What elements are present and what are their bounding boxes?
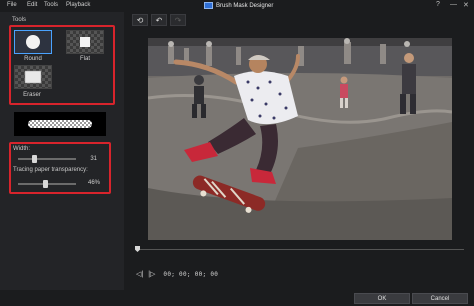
menu-tools[interactable]: Tools xyxy=(44,2,58,8)
ok-button[interactable]: OK xyxy=(354,293,410,304)
skateboarder-photo xyxy=(148,38,452,240)
undo-icon[interactable]: ↶ xyxy=(151,14,167,26)
reset-icon[interactable]: ⟲ xyxy=(132,14,148,26)
width-value: 31 xyxy=(90,156,97,162)
transparency-value: 46% xyxy=(87,180,100,186)
next-frame-icon[interactable]: |▷ xyxy=(148,270,155,278)
canvas-toolbar: ⟲ ↶ ↷ xyxy=(132,14,186,28)
previous-frame-icon[interactable]: ◁| xyxy=(136,270,143,278)
minimize-icon[interactable]: — xyxy=(450,1,457,8)
brush-stroke-preview xyxy=(28,120,92,128)
flat-brush-button[interactable] xyxy=(66,30,104,54)
cancel-button[interactable]: Cancel xyxy=(412,293,468,304)
playback-controls: ◁| |▷ 00; 00; 00; 00 xyxy=(136,270,219,279)
redo-icon[interactable]: ↷ xyxy=(170,14,186,26)
timecode-display: 00; 00; 00; 00 xyxy=(163,270,219,278)
timeline-slider[interactable] xyxy=(132,246,464,252)
transparency-label: Tracing paper transparency: xyxy=(13,167,88,173)
timeline-playhead[interactable] xyxy=(135,246,140,252)
menu-playback[interactable]: Playback xyxy=(66,2,90,8)
round-brush-button[interactable] xyxy=(14,30,52,54)
menu-bar: File Edit Tools Playback Brush Mask Desi… xyxy=(0,0,474,12)
eraser-icon xyxy=(24,70,42,84)
transparency-slider-thumb[interactable] xyxy=(42,180,48,188)
menu-file[interactable]: File xyxy=(7,2,17,8)
round-brush-label: Round xyxy=(24,56,42,62)
menu-edit[interactable]: Edit xyxy=(27,2,37,8)
mask-canvas[interactable] xyxy=(148,38,452,240)
flat-brush-icon xyxy=(80,37,90,47)
brush-preview xyxy=(14,112,106,136)
round-brush-icon xyxy=(26,35,40,49)
window-title-area: Brush Mask Designer xyxy=(204,2,273,9)
app-logo-icon xyxy=(204,2,213,9)
width-slider-thumb[interactable] xyxy=(32,155,38,163)
width-label: Width: xyxy=(13,146,31,152)
eraser-button[interactable] xyxy=(14,65,52,89)
help-icon[interactable]: ? xyxy=(436,1,440,8)
timeline-track[interactable] xyxy=(138,249,464,250)
tools-section-label: Tools xyxy=(12,17,27,23)
width-slider-track[interactable] xyxy=(18,158,76,160)
flat-brush-label: Flat xyxy=(79,56,90,62)
window-title: Brush Mask Designer xyxy=(216,2,274,9)
dialog-footer: OK Cancel xyxy=(0,290,474,306)
close-icon[interactable]: ✕ xyxy=(463,1,469,9)
eraser-label: Eraser xyxy=(23,92,41,98)
